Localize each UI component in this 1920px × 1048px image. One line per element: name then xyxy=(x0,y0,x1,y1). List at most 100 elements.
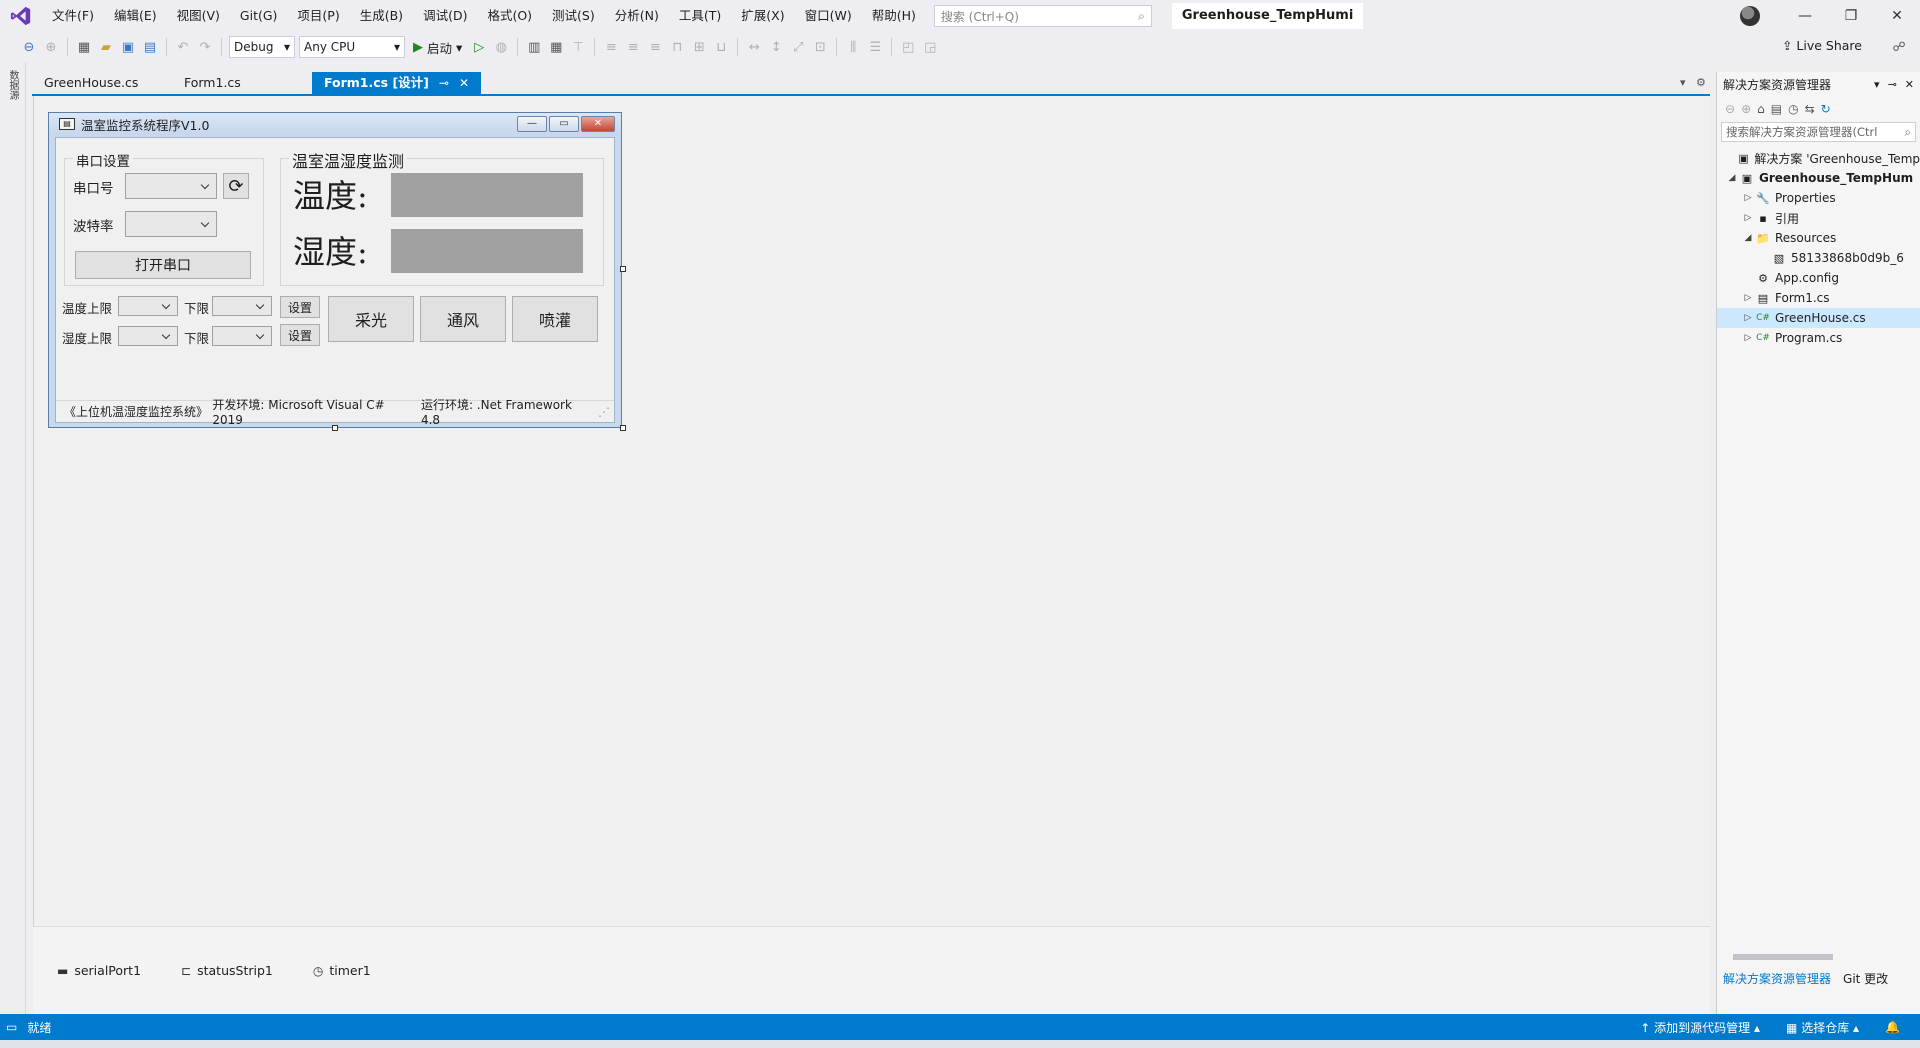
resize-handle-bottom[interactable] xyxy=(332,425,338,431)
hot-reload-icon[interactable]: ◍ xyxy=(492,38,510,56)
navigate-back-icon[interactable]: ⊖ xyxy=(20,38,38,56)
visual-studio-logo-icon[interactable] xyxy=(0,0,42,32)
expand-arrow-icon[interactable]: ◢ xyxy=(1725,173,1739,183)
expand-arrow-icon[interactable]: ▷ xyxy=(1741,193,1755,203)
send-to-back-icon[interactable]: ◲ xyxy=(921,38,939,56)
tab-form1-design[interactable]: Form1.cs [设计] ⊸ ✕ xyxy=(312,72,482,94)
port-select[interactable] xyxy=(125,173,217,199)
data-sources-tab[interactable]: 数据源 xyxy=(7,70,20,100)
ventilation-button[interactable]: 通风 xyxy=(420,296,506,342)
size-to-grid-icon[interactable]: ⊡ xyxy=(811,38,829,56)
new-project-icon[interactable]: ▦ xyxy=(75,38,93,56)
align-top-icon[interactable]: ⊓ xyxy=(668,38,686,56)
restore-icon[interactable]: ❐ xyxy=(1828,0,1874,32)
menu-item[interactable]: 编辑(E) xyxy=(104,0,167,32)
tree-item[interactable]: ▷ ▪ 引用 xyxy=(1717,208,1920,228)
navigate-forward-icon[interactable]: ⊕ xyxy=(42,38,60,56)
minimize-icon[interactable]: — xyxy=(517,116,547,132)
menu-item[interactable]: 生成(B) xyxy=(350,0,413,32)
baud-select[interactable] xyxy=(125,211,217,237)
menu-item[interactable]: 视图(V) xyxy=(167,0,230,32)
tree-item[interactable]: ▷ ▤ Form1.cs xyxy=(1717,288,1920,308)
make-same-height-icon[interactable]: ↕ xyxy=(767,38,785,56)
add-to-source-control-button[interactable]: ↑ 添加到源代码管理 ▴ xyxy=(1640,1019,1760,1036)
tray-timer[interactable]: ◷ timer1 xyxy=(313,963,371,978)
menu-item[interactable]: 项目(P) xyxy=(287,0,349,32)
humi-lower-select[interactable] xyxy=(212,326,272,346)
account-avatar[interactable] xyxy=(1740,6,1760,26)
tree-item[interactable]: ◢ ▣ Greenhouse_TempHum xyxy=(1717,168,1920,188)
tab-dropdown-icon[interactable]: ▾ xyxy=(1680,76,1686,89)
open-port-button[interactable]: 打开串口 xyxy=(75,251,251,279)
close-icon[interactable]: ✕ xyxy=(459,72,469,94)
menu-item[interactable]: 格式(O) xyxy=(477,0,542,32)
menu-item[interactable]: 测试(S) xyxy=(542,0,605,32)
refresh-icon[interactable]: ↻ xyxy=(1821,102,1831,116)
temp-lower-select[interactable] xyxy=(212,296,272,316)
tree-item[interactable]: ▣ 解决方案 'Greenhouse_Temp xyxy=(1717,148,1920,168)
start-debugging-button[interactable]: ▶ 启动 ▾ xyxy=(409,38,466,57)
refresh-ports-button[interactable]: ⟳ xyxy=(223,173,249,199)
browse-icon[interactable]: ▥ xyxy=(525,38,543,56)
search-input[interactable]: 搜索 (Ctrl+Q) ⌕ xyxy=(933,5,1152,27)
live-share-button[interactable]: ⇪ Live Share xyxy=(1782,38,1862,53)
select-repository-button[interactable]: ▦ 选择仓库 ▴ xyxy=(1786,1019,1859,1036)
tray-status-strip[interactable]: ⊏ statusStrip1 xyxy=(181,963,273,978)
tree-item[interactable]: ▧ 58133868b0d9b_6 xyxy=(1717,248,1920,268)
irrigation-button[interactable]: 喷灌 xyxy=(512,296,598,342)
close-icon[interactable]: ✕ xyxy=(1905,78,1914,91)
output-icon[interactable]: ▭ xyxy=(6,1020,17,1034)
save-all-icon[interactable]: ▤ xyxy=(141,38,159,56)
menu-item[interactable]: 扩展(X) xyxy=(731,0,794,32)
open-folder-icon[interactable]: ▰ xyxy=(97,38,115,56)
sync-icon[interactable]: ⇆ xyxy=(1805,102,1815,116)
tab-git-changes[interactable]: Git 更改 xyxy=(1837,970,1894,987)
align-center-icon[interactable]: ≡ xyxy=(624,38,642,56)
horizontal-spacing-icon[interactable]: ⫼ xyxy=(844,38,862,56)
expand-arrow-icon[interactable]: ◢ xyxy=(1741,233,1755,243)
menu-item[interactable]: Git(G) xyxy=(230,0,288,32)
size-grip-icon[interactable]: ⋰ xyxy=(598,405,610,419)
bring-to-front-icon[interactable]: ◰ xyxy=(899,38,917,56)
notifications-icon[interactable]: 🔔 xyxy=(1885,1020,1900,1034)
pending-changes-icon[interactable]: ◷ xyxy=(1788,102,1798,116)
tree-item[interactable]: ⚙ App.config xyxy=(1717,268,1920,288)
tray-serial-port[interactable]: ▬ serialPort1 xyxy=(57,963,141,978)
expand-arrow-icon[interactable]: ▷ xyxy=(1741,333,1755,343)
expand-arrow-icon[interactable]: ▷ xyxy=(1741,293,1755,303)
vertical-spacing-icon[interactable]: ☰ xyxy=(866,38,884,56)
expand-arrow-icon[interactable]: ▷ xyxy=(1741,313,1755,323)
redo-icon[interactable]: ↷ xyxy=(196,38,214,56)
horizontal-scrollbar[interactable] xyxy=(1721,952,1917,962)
humi-upper-select[interactable] xyxy=(118,326,178,346)
undo-icon[interactable]: ↶ xyxy=(174,38,192,56)
maximize-icon[interactable]: ▭ xyxy=(549,116,579,132)
gear-icon[interactable]: ⚙ xyxy=(1696,76,1706,89)
set-humi-button[interactable]: 设置 xyxy=(280,324,320,346)
set-temp-button[interactable]: 设置 xyxy=(280,296,320,318)
menu-item[interactable]: 文件(F) xyxy=(42,0,104,32)
align-middle-icon[interactable]: ⊞ xyxy=(690,38,708,56)
forward-icon[interactable]: ⊕ xyxy=(1741,102,1751,116)
platform-select[interactable]: Any CPU ▾ xyxy=(299,36,405,58)
make-same-size-icon[interactable]: ⤢ xyxy=(789,38,807,56)
resize-handle-right[interactable] xyxy=(620,266,626,272)
light-button[interactable]: 采光 xyxy=(328,296,414,342)
form1-window[interactable]: ▤ 温室监控系统程序V1.0 — ▭ ✕ 串口设置 串口号 ⟳ 波特率 打开串口… xyxy=(48,112,622,428)
menu-item[interactable]: 分析(N) xyxy=(605,0,669,32)
make-same-width-icon[interactable]: ↔ xyxy=(745,38,763,56)
tab-order-icon[interactable]: ⊤ xyxy=(569,38,587,56)
tree-item[interactable]: ▷ C# Program.cs xyxy=(1717,328,1920,348)
back-icon[interactable]: ⊖ xyxy=(1725,102,1735,116)
tree-item[interactable]: ▷ C# GreenHouse.cs xyxy=(1717,308,1920,328)
temp-upper-select[interactable] xyxy=(118,296,178,316)
menu-item[interactable]: 窗口(W) xyxy=(795,0,862,32)
tab-solution-explorer[interactable]: 解决方案资源管理器 xyxy=(1717,970,1837,987)
minimize-icon[interactable]: — xyxy=(1782,0,1828,32)
tree-item[interactable]: ◢ 📁 Resources xyxy=(1717,228,1920,248)
feedback-icon[interactable]: ☍ xyxy=(1890,38,1908,56)
solution-search-input[interactable]: 搜索解决方案资源管理器(Ctrl ⌕ xyxy=(1721,122,1916,142)
expand-arrow-icon[interactable]: ▷ xyxy=(1741,213,1755,223)
align-left-icon[interactable]: ≡ xyxy=(602,38,620,56)
tab-greenhouse-cs[interactable]: GreenHouse.cs xyxy=(32,72,172,94)
